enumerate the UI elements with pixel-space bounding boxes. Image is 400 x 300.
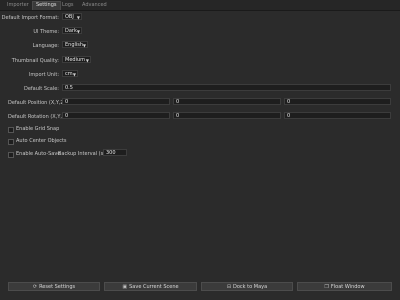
tab-settings[interactable]: Settings xyxy=(32,1,61,10)
thumb-quality-value: Medium xyxy=(65,57,85,63)
grid-snap-label: Enable Grid Snap xyxy=(16,126,60,132)
rotation-z-input[interactable]: 0 xyxy=(284,112,391,119)
default-rotation-label: Default Rotation (X,Y,Z): xyxy=(8,114,70,120)
import-format-dropdown[interactable]: OBJ ▼ xyxy=(62,13,82,20)
language-label: Language: xyxy=(32,43,59,49)
thumb-quality-dropdown[interactable]: Medium ▼ xyxy=(62,56,91,63)
import-unit-label: Import Unit: xyxy=(28,72,59,78)
import-unit-dropdown[interactable]: cm ▼ xyxy=(62,70,78,77)
language-value: English xyxy=(65,42,84,48)
ui-theme-dropdown[interactable]: Dark ▼ xyxy=(62,27,82,34)
dock-label: Dock to Maya xyxy=(233,284,268,290)
rotation-x-input[interactable]: 0 xyxy=(62,112,170,119)
float-window-button[interactable]: ❐ Float Window xyxy=(297,282,392,291)
ui-theme-label: UI Theme: xyxy=(33,29,59,35)
float-window-icon: ❐ xyxy=(324,284,329,290)
auto-save-label: Enable Auto-Save xyxy=(16,151,61,157)
auto-save-checkbox[interactable] xyxy=(8,152,14,158)
chevron-down-icon: ▼ xyxy=(76,15,80,20)
default-scale-input[interactable]: 0.5 xyxy=(62,84,391,91)
default-scale-label: Default Scale: xyxy=(24,86,59,92)
float-window-label: Float Window xyxy=(330,284,365,290)
save-scene-label: Save Current Scene xyxy=(129,284,179,290)
tab-importer[interactable]: Importer xyxy=(4,2,32,9)
rotation-y-input[interactable]: 0 xyxy=(173,112,281,119)
tab-logs[interactable]: Logs xyxy=(59,2,77,9)
position-z-input[interactable]: 0 xyxy=(284,98,391,105)
reset-settings-label: Reset Settings xyxy=(39,284,76,290)
chevron-down-icon: ▼ xyxy=(72,72,76,77)
dock-button[interactable]: ⊟ Dock to Maya xyxy=(201,282,293,291)
chevron-down-icon: ▼ xyxy=(82,43,86,48)
chevron-down-icon: ▼ xyxy=(85,58,89,63)
auto-center-checkbox[interactable] xyxy=(8,139,14,145)
save-scene-button[interactable]: ▣ Save Current Scene xyxy=(104,282,197,291)
import-unit-value: cm xyxy=(65,71,73,77)
import-format-value: OBJ xyxy=(65,14,74,20)
tab-bar: Importer Settings Logs Advanced xyxy=(0,0,400,11)
chevron-down-icon: ▼ xyxy=(76,29,80,34)
ui-theme-value: Dark xyxy=(65,28,77,34)
backup-interval-label: Backup Interval (s): xyxy=(58,151,107,157)
position-y-input[interactable]: 0 xyxy=(173,98,281,105)
auto-center-label: Auto Center Objects xyxy=(16,138,67,144)
backup-interval-input[interactable]: 300 xyxy=(103,149,127,156)
reset-settings-button[interactable]: ⟳ Reset Settings xyxy=(8,282,100,291)
position-x-input[interactable]: 0 xyxy=(62,98,170,105)
dock-icon: ⊟ xyxy=(226,284,232,290)
thumb-quality-label: Thumbnail Quality: xyxy=(11,58,59,64)
grid-snap-checkbox[interactable] xyxy=(8,127,14,133)
import-format-label: Default Import Format: xyxy=(1,15,59,21)
tab-advanced[interactable]: Advanced xyxy=(79,2,110,9)
refresh-icon: ⟳ xyxy=(32,284,38,290)
default-position-label: Default Position (X,Y,Z): xyxy=(8,100,68,106)
save-icon: ▣ xyxy=(122,284,128,290)
language-dropdown[interactable]: English ▼ xyxy=(62,41,88,48)
